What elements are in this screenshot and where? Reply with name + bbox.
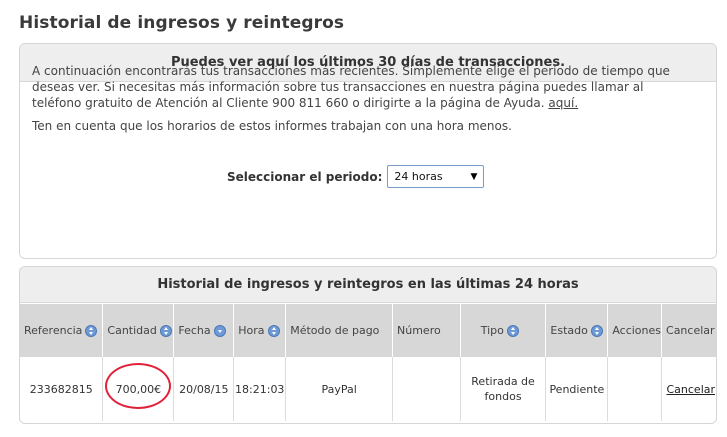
column-label: Cantidad xyxy=(107,324,157,337)
column-label: Acciones xyxy=(612,324,662,337)
column-label: Tipo xyxy=(480,324,504,337)
column-label: Referencia xyxy=(24,324,83,337)
table-row: 233682815 700,00€ 20/08/15 18:21:03 PayP… xyxy=(20,357,716,421)
intro-text: A continuación encontrarás tus transacci… xyxy=(32,63,672,111)
cell-metodo: PayPal xyxy=(285,357,394,421)
period-select[interactable]: 24 horas ▼ xyxy=(387,165,485,188)
sort-icon[interactable] xyxy=(159,325,172,337)
column-label: Estado xyxy=(550,324,588,337)
sort-icon[interactable] xyxy=(267,325,280,337)
column-header-cancelar: Cancelar xyxy=(661,304,716,357)
help-link[interactable]: aquí. xyxy=(548,96,578,110)
timezone-note: Ten en cuenta que los horarios de estos … xyxy=(32,119,512,133)
column-header-acciones: Acciones xyxy=(607,304,663,357)
column-label: Fecha xyxy=(178,324,211,337)
cell-numero xyxy=(392,357,461,421)
history-panel: Historial de ingresos y reintegros en la… xyxy=(19,266,717,424)
period-selector-row: Seleccionar el periodo: 24 horas ▼ xyxy=(227,165,485,188)
cancel-link[interactable]: Cancelar xyxy=(666,383,715,396)
history-panel-header: Historial de ingresos y reintegros en la… xyxy=(20,267,716,303)
column-label: Hora xyxy=(238,324,265,337)
cell-cancelar: Cancelar xyxy=(662,357,716,421)
dropdown-arrow-icon: ▼ xyxy=(470,171,478,182)
column-header-metodo[interactable]: Método de pago xyxy=(285,304,394,357)
page-title: Historial de ingresos y reintegros xyxy=(19,13,345,33)
period-label: Seleccionar el periodo: xyxy=(227,169,383,184)
cell-hora: 18:21:03 xyxy=(233,357,287,421)
sort-icon[interactable] xyxy=(506,325,519,337)
cell-referencia: 233682815 xyxy=(20,357,104,421)
column-header-numero[interactable]: Número xyxy=(392,304,461,357)
column-label: Cancelar xyxy=(666,324,715,337)
sort-desc-icon[interactable] xyxy=(213,325,226,337)
column-header-hora[interactable]: Hora xyxy=(233,304,287,357)
type-value: Retirada de fondos xyxy=(471,375,535,403)
column-header-cantidad[interactable]: Cantidad xyxy=(102,304,175,357)
cell-cantidad: 700,00€ xyxy=(102,357,175,421)
cell-acciones xyxy=(607,357,663,421)
cell-tipo: Retirada de fondos xyxy=(460,357,547,421)
column-header-fecha[interactable]: Fecha xyxy=(173,304,235,357)
cell-fecha: 20/08/15 xyxy=(173,357,235,421)
column-header-tipo[interactable]: Tipo xyxy=(460,304,547,357)
transactions-table: Referencia Cantidad Fecha Hora Método de… xyxy=(20,304,716,421)
amount-highlight: 700,00€ xyxy=(104,362,171,409)
highlight-circle xyxy=(104,362,171,409)
sort-icon[interactable] xyxy=(85,325,98,337)
column-header-referencia[interactable]: Referencia xyxy=(20,304,104,357)
column-header-estado[interactable]: Estado xyxy=(545,304,609,357)
period-select-value: 24 horas xyxy=(394,170,443,183)
sort-icon[interactable] xyxy=(590,325,603,337)
column-label: Número xyxy=(397,324,441,337)
cell-estado: Pendiente xyxy=(545,357,609,421)
column-label: Método de pago xyxy=(290,324,380,337)
table-header-row: Referencia Cantidad Fecha Hora Método de… xyxy=(20,304,716,357)
